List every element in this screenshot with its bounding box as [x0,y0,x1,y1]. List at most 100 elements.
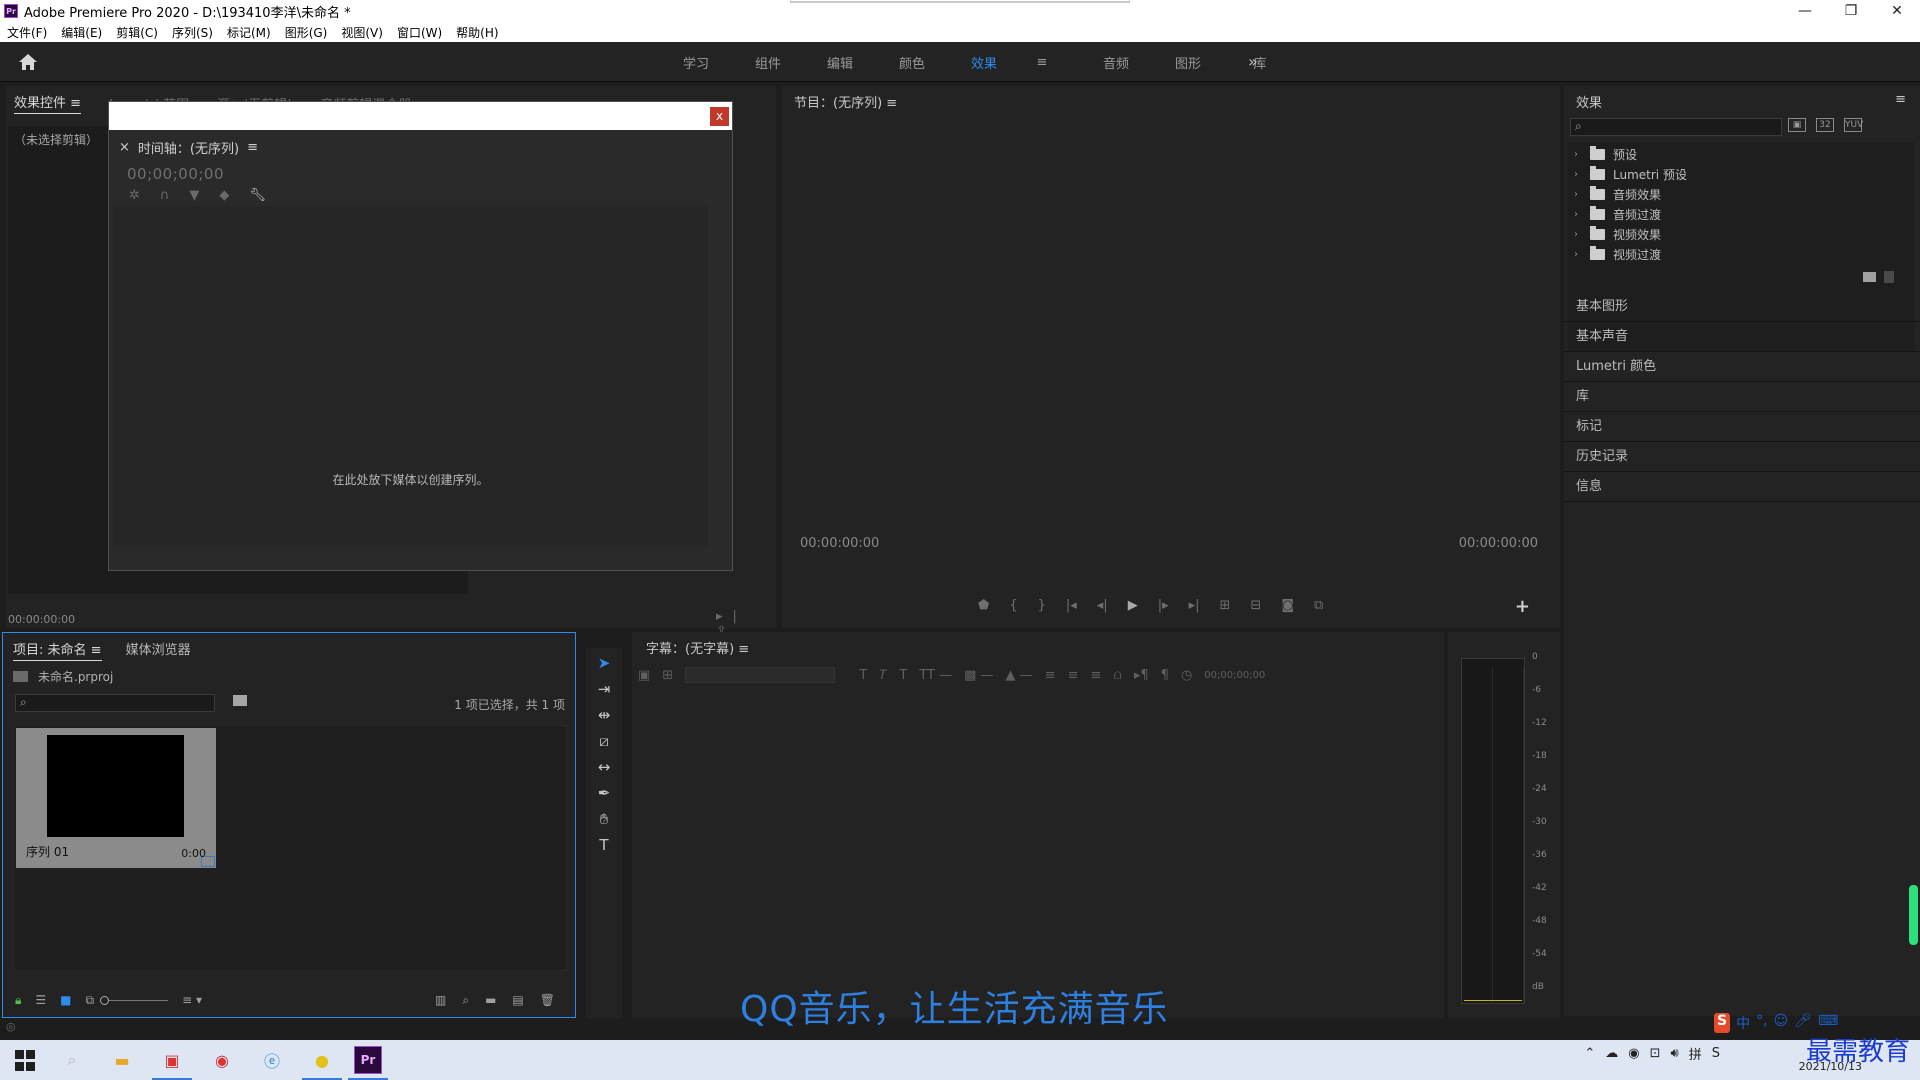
underline-icon[interactable]: T [899,668,907,683]
menu-edit[interactable]: 编辑(E) [54,24,109,41]
align-right-icon[interactable]: ≡ [1091,668,1102,683]
freeform-view-icon[interactable]: ⧉ [86,993,95,1008]
project-items-grid[interactable]: 序列 01 0:00 [13,725,567,971]
caption-position-icon[interactable]: ⊞ [662,668,673,683]
hand-tool-icon[interactable]: ✋︎ [592,810,616,830]
track-select-tool-icon[interactable]: ⇥ [592,680,616,700]
yuv-effects-icon[interactable]: YUV [1844,118,1863,132]
restore-button[interactable]: ❐ [1828,0,1874,22]
ime-tray-icon[interactable]: 拼 [1689,1044,1702,1063]
add-marker-icon[interactable]: ▼ [189,188,199,203]
wrench-icon[interactable]: 🔧︎ [249,188,266,203]
effects-folder-lumetri-presets[interactable]: › Lumetri 预设 [1574,164,1687,184]
menu-sequence[interactable]: 序列(S) [165,24,220,41]
workspace-tab-assembly[interactable]: 组件 [732,53,804,72]
ime-voice-icon[interactable]: 🎤︎ [1794,1013,1812,1033]
menu-clip[interactable]: 剪辑(C) [109,24,165,41]
section-libraries[interactable]: 库 [1564,382,1920,412]
captions-menu-icon[interactable]: ≡ [738,642,749,657]
minimize-button[interactable]: — [1782,0,1828,22]
timecode-icon[interactable]: ◷ [1181,668,1192,683]
search-icon[interactable]: ⌕ [58,1046,86,1074]
new-item-icon[interactable]: ▤ [512,993,523,1008]
volume-icon[interactable]: 🔊︎ [1671,1046,1679,1061]
workspace-tab-audio[interactable]: 音频 [1080,53,1152,72]
project-search-input[interactable]: ⌕ [15,694,215,712]
sogou-ime-icon[interactable]: S [1714,1013,1731,1033]
caption-block-icon[interactable]: ▣ [638,668,650,683]
premiere-taskbar-icon[interactable]: Pr [354,1046,382,1074]
section-history[interactable]: 历史记录 [1564,442,1920,472]
effects-menu-icon[interactable]: ≡ [1895,92,1906,107]
menu-view[interactable]: 视图(V) [334,24,390,41]
app-icon[interactable]: ▣ [158,1046,186,1074]
project-item-sequence[interactable]: 序列 01 0:00 [16,728,216,868]
captions-title[interactable]: 字幕：(无字幕) ≡ [646,638,749,657]
align-center-icon[interactable]: ≡ [1068,668,1079,683]
caption-font-dropdown[interactable] [685,667,836,683]
status-icon[interactable]: ◎ [6,1020,16,1033]
effects-folder-presets[interactable]: › 预设 [1574,144,1637,164]
sogou-tray-icon[interactable]: S [1712,1046,1720,1061]
effects-panel-title[interactable]: 效果 [1576,92,1602,111]
opacity-icon[interactable]: ▲ — [1006,668,1033,683]
browser-icon[interactable]: ⓔ [258,1046,286,1074]
text-direction-icon[interactable]: ▸¶ [1134,668,1149,683]
timeline-menu-icon[interactable]: ≡ [247,140,258,155]
button-editor-plus-icon[interactable]: + [1515,596,1530,617]
effects-folder-audio-transitions[interactable]: › 音频过渡 [1574,204,1661,224]
close-button[interactable]: ✕ [1874,0,1920,22]
trash-icon[interactable]: 🗑︎ [540,993,555,1008]
font-size-icon[interactable]: TT — [919,668,952,683]
tray-app-icon[interactable]: ◉ [1628,1046,1639,1061]
marker-icon[interactable]: ◆ [219,188,229,203]
workspace-tab-graphics[interactable]: 图形 [1152,53,1224,72]
timeline-close-icon[interactable]: × [119,140,130,155]
lock-icon[interactable]: 🔒︎ [15,993,21,1008]
section-essential-sound[interactable]: 基本声音 [1564,322,1920,352]
timeline-timecode[interactable]: 00;00;00;00 [127,165,224,183]
ripple-edit-tool-icon[interactable]: ⇹ [592,706,616,726]
section-markers[interactable]: 标记 [1564,412,1920,442]
menu-graphics[interactable]: 图形(G) [278,24,335,41]
qq-music-icon[interactable]: ● [308,1046,336,1074]
razor-tool-icon[interactable]: ⧄ [592,732,616,752]
pen-tool-icon[interactable]: ✒ [592,784,616,804]
workspace-tab-color[interactable]: 颜色 [876,53,948,72]
program-menu-icon[interactable]: ≡ [886,96,897,111]
new-custom-bin-icon[interactable] [1863,272,1876,282]
effects-search-input[interactable]: ⌕ [1570,118,1782,136]
step-forward-icon[interactable]: |▸ [1158,598,1169,613]
tab-project[interactable]: 项目: 未命名 ≡ [13,639,102,661]
ime-toolbar[interactable]: S 中 °, ☺ 🎤︎ ⌨ [1714,1013,1838,1033]
workspace-tab-editing[interactable]: 编辑 [804,53,876,72]
windows-start-icon[interactable] [10,1046,38,1074]
distribute-icon[interactable]: ⩍ [1113,668,1121,683]
project-menu-icon[interactable]: ≡ [91,643,102,658]
section-lumetri-color[interactable]: Lumetri 颜色 [1564,352,1920,382]
sort-icon[interactable]: ≡ ▾ [182,993,202,1007]
play-icon[interactable]: ▶ [1128,598,1138,613]
program-playhead-timecode[interactable]: 00:00:00:00 [800,536,879,551]
add-marker-icon[interactable]: ⬟ [978,598,989,613]
mark-in-icon[interactable]: { [1009,598,1017,613]
tab-media-browser[interactable]: 媒体浏览器 [126,639,191,661]
program-monitor-title[interactable]: 节目：(无序列) ≡ [794,92,897,111]
floating-window-close-button[interactable]: x [710,107,729,126]
background-icon[interactable]: ▩ — [964,668,993,683]
sequence-name[interactable]: 序列 01 [26,843,69,860]
ime-keyboard-icon[interactable]: ⌨ [1818,1013,1838,1033]
go-to-out-icon[interactable]: ▸| [1189,598,1200,613]
ime-lang-icon[interactable]: 中 [1736,1013,1750,1033]
menu-markers[interactable]: 标记(M) [220,24,278,41]
file-explorer-icon[interactable]: ▬ [108,1046,136,1074]
workspace-tab-learn[interactable]: 学习 [660,53,732,72]
timeline-title[interactable]: 时间轴：(无序列) [138,138,239,157]
compare-view-icon[interactable]: ⧉ [1314,598,1323,613]
more-workspaces-icon[interactable]: » [1248,52,1258,71]
ime-emoji-icon[interactable]: ☺ [1774,1013,1789,1033]
list-view-icon[interactable]: ☰ [35,993,46,1007]
workspace-menu-icon[interactable]: ≡ [1006,55,1078,70]
slip-tool-icon[interactable]: ↔ [592,758,616,778]
paragraph-icon[interactable]: ¶ [1161,668,1169,683]
